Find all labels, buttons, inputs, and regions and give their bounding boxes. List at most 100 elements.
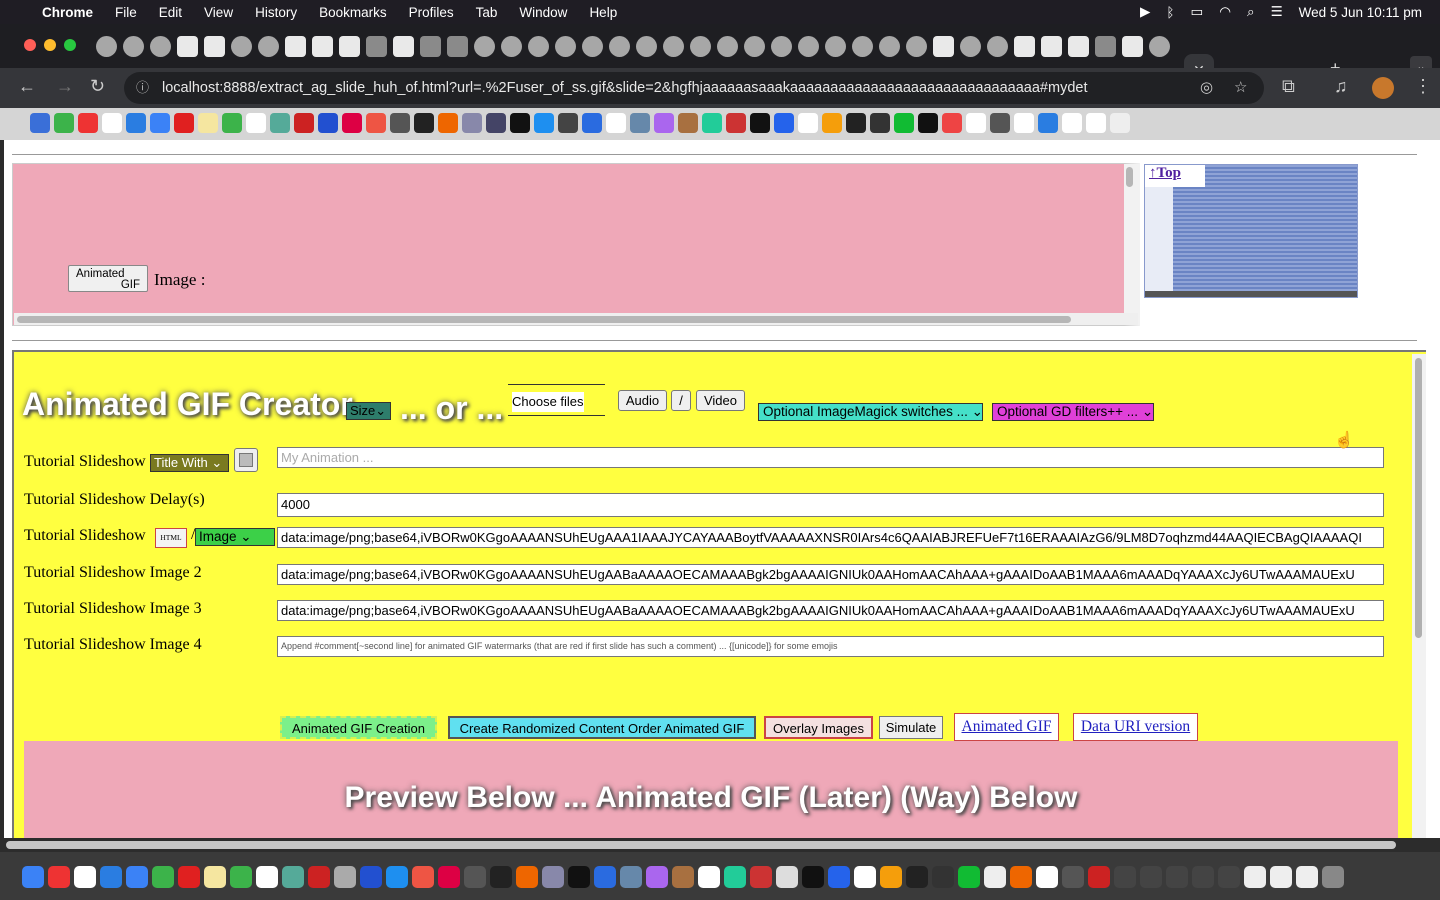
tab-favicon[interactable] [366,36,387,57]
calculator-icon[interactable] [776,866,798,888]
bookmark-icon[interactable] [1062,113,1082,133]
bookmark-icon[interactable] [30,113,50,133]
profile-icon[interactable] [1372,77,1394,99]
image2-input[interactable]: data:image/png;base64,iVBORw0KGgoAAAANSU… [277,564,1384,585]
app-icon[interactable] [1192,866,1214,888]
delay-input[interactable]: 4000 [277,493,1384,517]
imagemagick-switches-select[interactable]: Optional ImageMagick switches ... ⌄ [758,403,983,421]
bookmark-icon[interactable] [726,113,746,133]
minimize-window-icon[interactable] [44,39,56,51]
tab-favicon[interactable] [123,36,144,57]
app-icon[interactable] [880,866,902,888]
menu-profiles[interactable]: Profiles [409,5,454,20]
address-bar[interactable]: ⓘ localhost:8888/extract_ag_slide_huh_of… [124,72,1264,104]
podcasts-icon[interactable] [646,866,668,888]
panel-vertical-scrollbar[interactable] [1126,167,1133,187]
tab-favicon[interactable] [285,36,306,57]
app-icon[interactable] [464,866,486,888]
bookmark-icon[interactable] [870,113,890,133]
bookmark-icon[interactable] [582,113,602,133]
app-icon[interactable] [1140,866,1162,888]
bookmark-icon[interactable] [390,113,410,133]
bookmark-icon[interactable] [798,113,818,133]
terminal-icon[interactable] [802,866,824,888]
bookmark-icon[interactable] [78,113,98,133]
menu-icon[interactable]: ⋮ [1414,76,1432,97]
app-icon[interactable] [74,866,96,888]
bookmark-icon[interactable] [366,113,386,133]
html-button[interactable]: HTML [155,528,187,548]
calendar-icon[interactable] [698,866,720,888]
tab-favicon[interactable] [1014,36,1035,57]
app-icon[interactable] [1036,866,1058,888]
audio-button[interactable]: Audio [618,390,667,411]
tab-favicon[interactable] [339,36,360,57]
app-icon[interactable] [750,866,772,888]
app-icon[interactable] [984,866,1006,888]
app-icon[interactable] [594,866,616,888]
tab-favicon[interactable] [960,36,981,57]
bookmark-icon[interactable] [1038,113,1058,133]
tab-favicon[interactable] [1041,36,1062,57]
star-icon[interactable]: ☆ [1234,72,1247,104]
scrollbar-thumb[interactable] [1415,358,1422,638]
tab-favicon[interactable] [96,36,117,57]
firefox-icon[interactable] [1010,866,1032,888]
zoom-icon[interactable] [360,866,382,888]
randomized-order-button[interactable]: Create Randomized Content Order Animated… [448,716,756,739]
gd-filters-select[interactable]: Optional GD filters++ ... ⌄ [992,403,1154,421]
tab-favicon[interactable] [933,36,954,57]
bookmark-icon[interactable] [1014,113,1034,133]
tab-favicon[interactable] [1068,36,1089,57]
messages-icon[interactable] [152,866,174,888]
tab-favicon[interactable] [609,36,630,57]
app-icon[interactable] [854,866,876,888]
tab-favicon[interactable] [771,36,792,57]
bookmark-icon[interactable] [222,113,242,133]
image4-input[interactable]: Append #comment[~second line] for animat… [277,636,1384,657]
tab-favicon[interactable] [177,36,198,57]
slash-button[interactable]: / [671,390,691,411]
app-icon[interactable] [1062,866,1084,888]
facetime-icon[interactable] [230,866,252,888]
overlay-images-button[interactable]: Overlay Images [764,716,873,739]
tab-favicon[interactable] [852,36,873,57]
app-icon[interactable] [620,866,642,888]
bookmark-icon[interactable] [774,113,794,133]
menu-view[interactable]: View [204,5,233,20]
tab-favicon[interactable] [690,36,711,57]
image1-input[interactable]: data:image/png;base64,iVBORw0KGgoAAAANSU… [277,527,1384,548]
zoom-window-icon[interactable] [64,39,76,51]
app-icon[interactable] [1166,866,1188,888]
title-input[interactable]: My Animation ... [277,447,1384,468]
bookmark-icon[interactable] [678,113,698,133]
tab-favicon[interactable] [744,36,765,57]
top-link[interactable]: ↑Top [1145,165,1205,187]
panel-horizontal-scrollbar[interactable] [14,313,1138,325]
bookmark-icon[interactable] [1086,113,1106,133]
app-icon[interactable] [932,866,954,888]
bookmark-icon[interactable] [990,113,1010,133]
menu-window[interactable]: Window [519,5,567,20]
tab-favicon[interactable] [987,36,1008,57]
app-icon[interactable] [334,866,356,888]
tab-favicon[interactable] [150,36,171,57]
bookmark-icon[interactable] [246,113,266,133]
notes-icon[interactable] [204,866,226,888]
tab-favicon[interactable] [879,36,900,57]
menu-history[interactable]: History [255,5,297,20]
simulate-button[interactable]: Simulate [879,716,943,739]
bookmark-icon[interactable] [486,113,506,133]
page-horizontal-scrollbar[interactable] [0,838,1440,852]
tab-favicon[interactable] [204,36,225,57]
screenshot-thumbnail[interactable]: ↑Top [1144,164,1358,298]
app-icon[interactable] [256,866,278,888]
app-icon[interactable] [1244,866,1266,888]
trash-icon[interactable] [1322,866,1344,888]
extensions-icon[interactable]: ⧉ [1282,76,1295,97]
media-icon[interactable]: ♫ [1334,76,1348,97]
bookmark-icon[interactable] [846,113,866,133]
firefox-icon[interactable] [516,866,538,888]
bookmark-icon[interactable] [510,113,530,133]
bookmark-icon[interactable] [438,113,458,133]
